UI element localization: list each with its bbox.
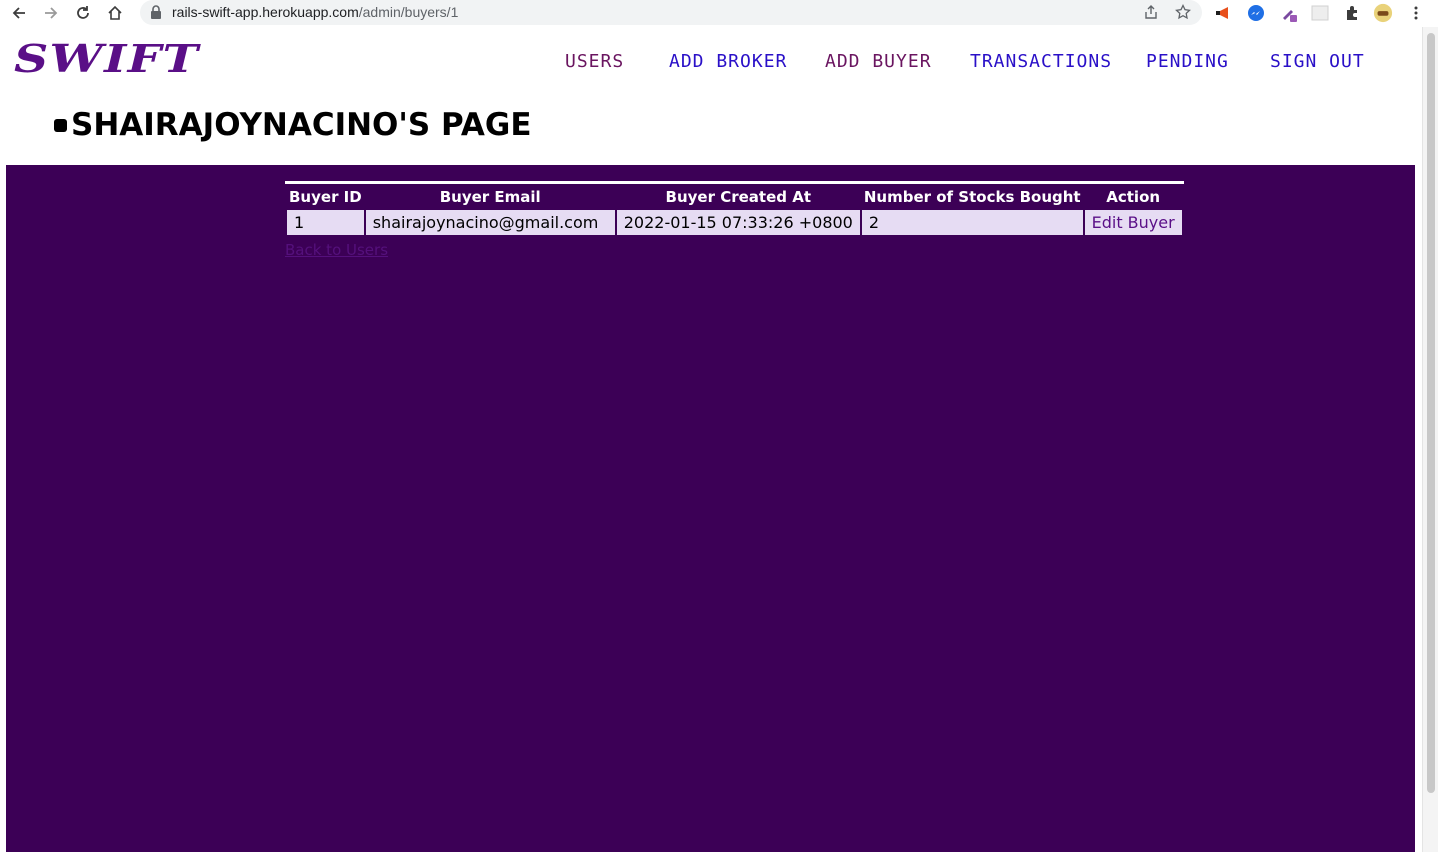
- back-arrow-icon[interactable]: [8, 2, 30, 24]
- table-row: 1 shairajoynacino@gmail.com 2022-01-15 0…: [287, 210, 1182, 235]
- browser-toolbar: rails-swift-app.herokuapp.com/admin/buye…: [0, 0, 1438, 27]
- content-area: Buyer ID Buyer Email Buyer Created At Nu…: [6, 165, 1415, 852]
- address-bar[interactable]: rails-swift-app.herokuapp.com/admin/buye…: [140, 0, 1202, 25]
- lock-icon: [151, 5, 161, 19]
- forward-arrow-icon[interactable]: [40, 2, 62, 24]
- scrollbar-thumb[interactable]: [1427, 33, 1435, 793]
- page: SWIFT USERS ADD BROKER ADD BUYER TRANSAC…: [0, 27, 1422, 852]
- grid-extension-icon[interactable]: [1310, 3, 1330, 23]
- title-bullet-icon: [54, 118, 67, 132]
- header-buyer-email: Buyer Email: [439, 188, 541, 206]
- back-to-users-link[interactable]: Back to Users: [285, 241, 388, 259]
- megaphone-extension-icon[interactable]: [1213, 3, 1233, 23]
- table-header-row: Buyer ID Buyer Email Buyer Created At Nu…: [287, 186, 1182, 208]
- reload-icon[interactable]: [72, 2, 94, 24]
- home-icon[interactable]: [104, 2, 126, 24]
- share-icon[interactable]: [1142, 3, 1160, 21]
- cell-buyer-id: 1: [287, 210, 364, 235]
- header-action: Action: [1106, 188, 1161, 206]
- nav-add-buyer[interactable]: ADD BUYER: [825, 51, 932, 72]
- bookmark-star-icon[interactable]: [1174, 3, 1192, 21]
- messenger-extension-icon[interactable]: [1246, 3, 1266, 23]
- header-created-at: Buyer Created At: [665, 188, 812, 206]
- nav-users[interactable]: USERS: [565, 51, 624, 72]
- edit-buyer-link[interactable]: Edit Buyer: [1092, 213, 1175, 232]
- page-heading: SHAIRAJOYNACINO'S PAGE: [71, 107, 532, 143]
- cell-buyer-email: shairajoynacino@gmail.com: [365, 210, 615, 235]
- cell-created-at: 2022-01-15 07:33:26 +0800: [616, 210, 860, 235]
- header-buyer-id: Buyer ID: [289, 188, 362, 206]
- header-stocks-bought: Number of Stocks Bought: [863, 188, 1081, 206]
- nav-pending[interactable]: PENDING: [1146, 51, 1229, 72]
- browser-menu-icon[interactable]: [1406, 3, 1426, 23]
- page-title: SHAIRAJOYNACINO'S PAGE: [54, 107, 532, 143]
- page-scrollbar[interactable]: [1422, 27, 1438, 852]
- profile-avatar-icon[interactable]: [1373, 3, 1393, 23]
- cell-action: Edit Buyer: [1084, 210, 1182, 235]
- app-logo[interactable]: SWIFT: [14, 39, 199, 79]
- puzzle-extensions-icon[interactable]: [1342, 3, 1362, 23]
- url-text: rails-swift-app.herokuapp.com/admin/buye…: [172, 4, 459, 20]
- buyer-table: Buyer ID Buyer Email Buyer Created At Nu…: [285, 181, 1184, 237]
- eyedropper-extension-icon[interactable]: [1279, 3, 1299, 23]
- nav-sign-out[interactable]: SIGN OUT: [1270, 51, 1365, 72]
- nav-add-broker[interactable]: ADD BROKER: [669, 51, 787, 72]
- nav-transactions[interactable]: TRANSACTIONS: [970, 51, 1112, 72]
- cell-stocks-bought: 2: [861, 210, 1083, 235]
